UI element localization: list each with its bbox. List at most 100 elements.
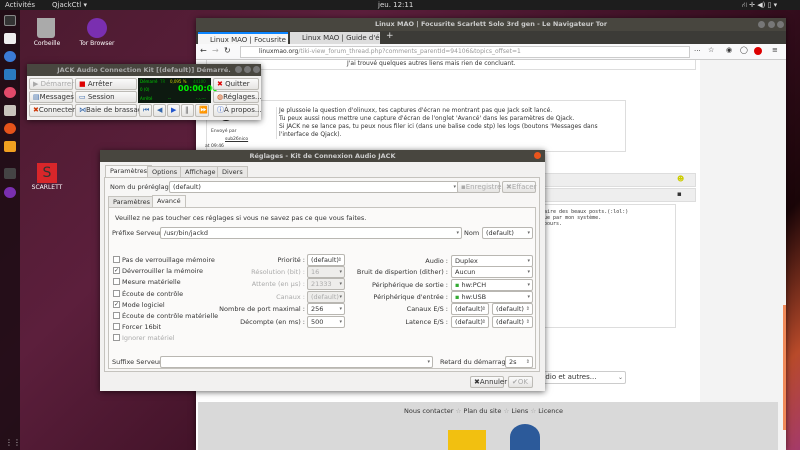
close-button[interactable] [777, 21, 784, 28]
app-grid-icon[interactable]: ⋮⋮ [5, 438, 21, 447]
onion-icon[interactable]: ◉ [726, 46, 732, 54]
start-button[interactable]: ▶ Démarrer [29, 78, 74, 90]
delay-label: Retard du démarrage : [440, 358, 514, 366]
clock[interactable]: jeu. 12:11 [378, 0, 413, 10]
close-button[interactable] [253, 66, 260, 73]
server-name-combo[interactable]: (default) ▾ [482, 227, 533, 239]
quit-button[interactable]: ✖ Quitter [213, 78, 259, 90]
checkbox[interactable]: ✓ [113, 267, 120, 275]
messages-button[interactable]: ▤Messages [29, 91, 74, 103]
checkbox[interactable] [113, 312, 120, 319]
tor-browser-icon[interactable] [4, 187, 16, 198]
plant-app-icon[interactable] [4, 141, 16, 152]
thunderbird-icon[interactable] [4, 51, 16, 62]
name-label: Nom : [464, 229, 484, 237]
patchbay-button[interactable]: ⋈Baie de brassage [75, 104, 147, 117]
author-link[interactable]: sub26nico [225, 137, 248, 142]
footer-link-sitemap[interactable]: Plan du site [463, 407, 501, 415]
tab-parametres[interactable]: Paramètres [105, 165, 153, 177]
app-menu[interactable]: QjackCtl ▾ [52, 0, 87, 10]
spin-field[interactable]: (default) ⇕ [492, 303, 533, 315]
url-input[interactable]: linuxmao.org/tiki-view_forum_thread.php?… [240, 46, 690, 58]
close-button[interactable] [534, 152, 541, 159]
qjackctl-icon[interactable] [4, 168, 16, 179]
spin-field[interactable]: (default) ⇕ [492, 316, 533, 328]
field-label: Canaux E/S : [406, 305, 448, 313]
more-icon[interactable]: ··· [694, 47, 701, 55]
play-button[interactable]: ▶ [167, 104, 180, 117]
noscript-icon[interactable] [754, 47, 762, 55]
text-editor-icon[interactable] [4, 33, 16, 44]
backward-button[interactable]: ◀ [153, 104, 166, 117]
post-time: at 09:46 [205, 144, 224, 149]
post-line: Je plussoie la question d'olinuxx, tes c… [279, 107, 553, 114]
spin-field[interactable]: (default) ⇕ [451, 303, 489, 315]
bookmark-star-icon[interactable]: ☆ [708, 46, 714, 54]
ok-button[interactable]: ✔OK [508, 376, 533, 388]
combo-field[interactable]: ▪ hw:PCH ▾ [451, 279, 533, 291]
maximize-button[interactable] [768, 21, 775, 28]
activities-button[interactable]: Activités [5, 0, 35, 10]
menu-icon[interactable]: ≡ [772, 46, 778, 54]
combo-field[interactable]: Aucun ▾ [451, 266, 533, 278]
clear-button[interactable]: ✖Effacer [502, 181, 536, 193]
shield-icon[interactable]: ◯ [740, 46, 748, 54]
checkbox[interactable] [113, 334, 120, 342]
cancel-button[interactable]: ✖Annuler [470, 376, 507, 388]
trash-icon[interactable] [37, 18, 55, 38]
rewind-button[interactable]: ⏮ [139, 104, 152, 117]
scrollbar[interactable] [783, 305, 786, 430]
start-delay-spinbox[interactable]: 2s ⇕ [505, 356, 533, 368]
smiley-icon[interactable]: ☻ [677, 175, 684, 183]
checkbox[interactable] [113, 323, 120, 331]
about-button[interactable]: ⓘÀ propos... [213, 104, 262, 117]
session-button[interactable]: ▭ Session [75, 91, 137, 103]
minimize-button[interactable] [235, 66, 242, 73]
transport-state: Arrêté [140, 96, 153, 101]
new-tab-button[interactable]: + [386, 31, 394, 41]
messages-label: Messages [39, 93, 74, 101]
camera-icon[interactable]: ▪ [677, 190, 682, 198]
checkbox[interactable] [113, 289, 120, 297]
server-suffix-combo[interactable]: ▾ [160, 356, 433, 368]
image-viewer-icon[interactable] [4, 69, 16, 80]
system-tray[interactable]: ⛙ ✛ ◀) ▯ ▾ [742, 0, 777, 10]
spin-field[interactable]: (default) ⇕ [451, 316, 489, 328]
back-icon[interactable]: ← [200, 46, 207, 55]
checkbox-label: Mode logiciel [122, 300, 165, 309]
flower-app-icon[interactable] [4, 87, 16, 98]
tor-icon[interactable] [87, 18, 107, 38]
stop-button[interactable]: ■ Arrêter [75, 78, 137, 90]
scarlett-icon[interactable]: S [37, 163, 57, 183]
maximize-button[interactable] [244, 66, 251, 73]
forward-icon[interactable]: → [212, 46, 219, 55]
minimize-button[interactable] [758, 21, 765, 28]
tab[interactable]: Linux MAO | Guide d'édi [290, 32, 380, 44]
checkbox[interactable] [113, 278, 120, 286]
category-select[interactable]: udio et autres... ⌄ [536, 371, 626, 384]
firefox-icon[interactable] [4, 123, 16, 134]
terminal-icon[interactable] [4, 15, 16, 26]
combo-field[interactable]: ▪ hw:USB ▾ [451, 291, 533, 303]
tab-label: Options [152, 168, 178, 176]
qjackctl-titlebar: JACK Audio Connection Kit [(default)] Dé… [27, 64, 261, 76]
archive-icon[interactable] [4, 105, 16, 116]
footer-link-contact[interactable]: Nous contacter [404, 407, 453, 415]
reply-textarea[interactable]: faire des beaux posts.(:lol:) nue par mo… [536, 204, 676, 328]
save-button[interactable]: ▪Enregistrer [457, 181, 504, 193]
field-label: Bruit de dispertion (dither) : [356, 268, 448, 276]
status-text: Démarré [140, 79, 158, 84]
server-prefix-combo[interactable]: /usr/bin/jackd ▾ [160, 227, 462, 239]
field-value: 16 [311, 268, 320, 276]
settings-button[interactable]: ◍Réglages... [213, 91, 262, 103]
pause-button[interactable]: ‖ [181, 104, 194, 117]
forward-button[interactable]: ⏩ [195, 104, 209, 117]
checkbox[interactable] [113, 256, 120, 263]
footer-link-license[interactable]: Licence [538, 407, 563, 415]
reload-icon[interactable]: ↻ [224, 46, 231, 55]
footer-link-links[interactable]: Liens [511, 407, 528, 415]
tab-active[interactable]: Linux MAO | Focusrite S [198, 32, 288, 44]
connect-button[interactable]: ✖Connecter [29, 104, 75, 117]
preset-combo[interactable]: (default) ▾ [169, 181, 459, 193]
checkbox[interactable]: ✓ [113, 300, 120, 308]
